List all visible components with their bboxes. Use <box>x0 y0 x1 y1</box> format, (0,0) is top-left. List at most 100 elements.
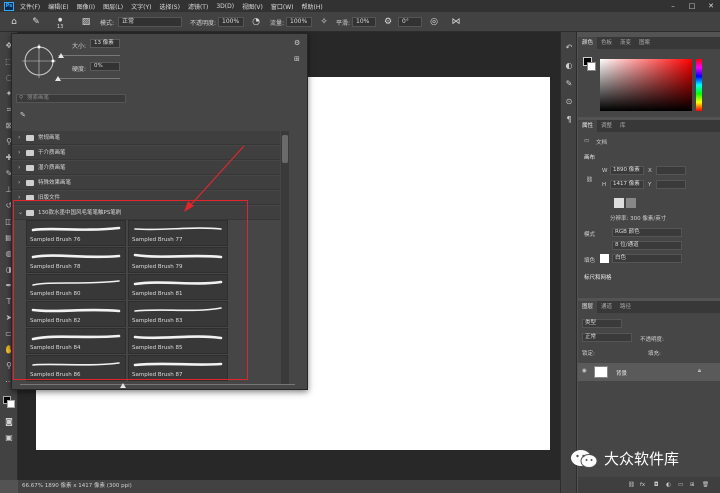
layer-name[interactable]: 背景 <box>616 369 627 377</box>
y-input[interactable] <box>656 180 686 189</box>
color-mode-select[interactable]: RGB 颜色 <box>612 228 682 237</box>
menu-3d[interactable]: 3D(D) <box>216 3 234 10</box>
tab-color[interactable]: 颜色 <box>578 37 598 49</box>
size-slider-knob[interactable] <box>58 53 64 58</box>
popup-resize-line <box>20 384 295 385</box>
trash-icon[interactable]: 🗑︎ <box>702 482 709 488</box>
hardness-input[interactable]: 0% <box>90 62 120 71</box>
link-layers-icon[interactable]: ⛓ <box>628 482 635 488</box>
visibility-eye-icon[interactable]: ◉ <box>582 368 587 374</box>
menu-file[interactable]: 文件(F) <box>20 2 40 11</box>
gear-icon[interactable]: ⚙ <box>294 39 300 47</box>
symmetry-icon[interactable]: ⋈ <box>450 16 462 28</box>
menu-select[interactable]: 选择(S) <box>159 2 180 11</box>
x-input[interactable] <box>656 166 686 175</box>
new-layer-icon[interactable]: ⊞ <box>690 482 695 488</box>
y-label: Y <box>648 182 652 188</box>
hardness-slider-knob[interactable] <box>55 76 61 81</box>
adjustment-layer-icon[interactable]: ◐ <box>666 482 671 488</box>
landscape-orientation-icon[interactable] <box>626 198 636 208</box>
fx-icon[interactable]: fx <box>640 482 645 488</box>
color-panel-tabs: 颜色 色板 渐变 图案 <box>578 37 720 49</box>
background-color-swatch[interactable] <box>7 400 15 408</box>
wechat-logo-icon <box>571 449 598 468</box>
tab-swatches[interactable]: 色板 <box>597 37 616 49</box>
tab-layers[interactable]: 图层 <box>578 301 598 313</box>
preview-size-slider-knob[interactable] <box>120 383 126 388</box>
width-label: W <box>602 168 608 174</box>
mask-icon[interactable]: ◘ <box>654 482 658 488</box>
layer-kind-filter[interactable]: 类型 <box>582 319 622 328</box>
tab-channels[interactable]: 通道 <box>597 301 616 313</box>
history-panel-icon[interactable]: ↶ <box>563 42 575 54</box>
lock-label: 锁定: <box>582 351 595 357</box>
layer-row[interactable]: ◉ 背景 🔒︎ <box>578 363 720 381</box>
brush-settings-icon[interactable]: ▨ <box>80 16 92 28</box>
brush-angle-preview[interactable] <box>20 42 58 80</box>
new-preset-icon[interactable]: ⊞ <box>294 55 300 63</box>
brush-tool-icon[interactable]: ✎ <box>30 16 42 28</box>
tab-gradients[interactable]: 渐变 <box>616 37 635 49</box>
smoothing-settings-icon[interactable]: ⚙ <box>382 16 394 28</box>
group-icon[interactable]: ▭ <box>678 482 683 488</box>
screen-mode-icon[interactable]: ▣ <box>3 432 15 444</box>
portrait-orientation-icon[interactable] <box>614 198 624 208</box>
airbrush-icon[interactable]: ✧ <box>318 16 330 28</box>
height-input[interactable]: 1417 像素 <box>610 180 644 189</box>
brush-search-input[interactable]: ⚲ 搜索画笔 <box>16 94 126 103</box>
tab-properties[interactable]: 属性 <box>578 120 598 132</box>
link-icon[interactable]: ⛓ <box>586 177 593 183</box>
opacity-input[interactable]: 100% <box>218 17 244 27</box>
menu-type[interactable]: 文字(Y) <box>131 2 151 11</box>
tab-adjustments[interactable]: 调整 <box>597 120 616 132</box>
brush-preset-picker[interactable]: ● 13 <box>56 16 72 30</box>
tab-paths[interactable]: 路径 <box>616 301 635 313</box>
bit-depth-select[interactable]: 8 位/通道 <box>612 241 682 250</box>
size-slider-track[interactable] <box>58 55 120 56</box>
tab-libraries[interactable]: 库 <box>616 120 630 132</box>
smoothing-input[interactable]: 10% <box>352 17 376 27</box>
pressure-opacity-icon[interactable]: ◔ <box>250 16 262 28</box>
properties-panel: 属性 调整 库 ▭ 文档 画布 W 1890 像素 X ⛓ H 1417 像素 … <box>578 120 720 298</box>
color-panel: 颜色 色板 渐变 图案 <box>578 37 720 117</box>
blend-mode-select[interactable]: 正常 <box>582 333 632 342</box>
canvas-section-header[interactable]: 画布 <box>584 153 595 161</box>
paragraph-panel-icon[interactable]: ¶ <box>563 114 575 126</box>
width-input[interactable]: 1890 像素 <box>610 166 644 175</box>
fill-select[interactable]: 白色 <box>612 254 682 263</box>
menu-view[interactable]: 视图(V) <box>242 2 263 11</box>
menu-edit[interactable]: 编辑(E) <box>48 2 68 11</box>
minimize-icon[interactable]: – <box>664 0 682 12</box>
angle-input[interactable]: 0° <box>398 17 422 27</box>
maximize-icon[interactable]: □ <box>683 0 701 12</box>
pressure-size-icon[interactable]: ◎ <box>428 16 440 28</box>
close-icon[interactable]: ✕ <box>702 0 720 12</box>
flow-input[interactable]: 100% <box>286 17 312 27</box>
menu-filter[interactable]: 滤镜(T) <box>188 2 208 11</box>
recent-brush-icon[interactable]: ✎ <box>20 111 26 119</box>
watermark: 大众软件库 <box>570 448 679 469</box>
size-label: 大小: <box>72 43 87 50</box>
home-icon[interactable]: ⌂ <box>8 16 20 28</box>
mode-select[interactable]: 正常 <box>118 17 182 27</box>
adjust-panel-icon[interactable]: ◐ <box>563 60 575 72</box>
hue-slider[interactable] <box>696 59 702 111</box>
fill-color-swatch[interactable] <box>600 254 609 263</box>
menu-layer[interactable]: 图层(L) <box>103 2 123 11</box>
tab-patterns[interactable]: 图案 <box>635 37 654 49</box>
panel-icon-column: ↶ ◐ ✎ ⊙ ¶ <box>560 32 577 493</box>
brush-list-scrollbar[interactable] <box>281 131 289 385</box>
height-label: H <box>602 182 607 188</box>
size-input[interactable]: 13 像素 <box>90 39 120 48</box>
panel-background-swatch[interactable] <box>587 62 596 71</box>
menu-window[interactable]: 窗口(W) <box>271 2 294 11</box>
menu-help[interactable]: 帮助(H) <box>302 2 323 11</box>
clone-source-icon[interactable]: ⊙ <box>563 96 575 108</box>
rulers-grid-section-header[interactable]: 标尺和网格 <box>584 273 612 281</box>
hardness-slider-track[interactable] <box>58 78 120 79</box>
color-field[interactable] <box>600 59 692 111</box>
scrollbar-thumb[interactable] <box>282 135 288 163</box>
brush-panel-icon[interactable]: ✎ <box>563 78 575 90</box>
quick-mask-icon[interactable]: ◙ <box>3 416 15 428</box>
menu-image[interactable]: 图像(I) <box>77 2 95 11</box>
